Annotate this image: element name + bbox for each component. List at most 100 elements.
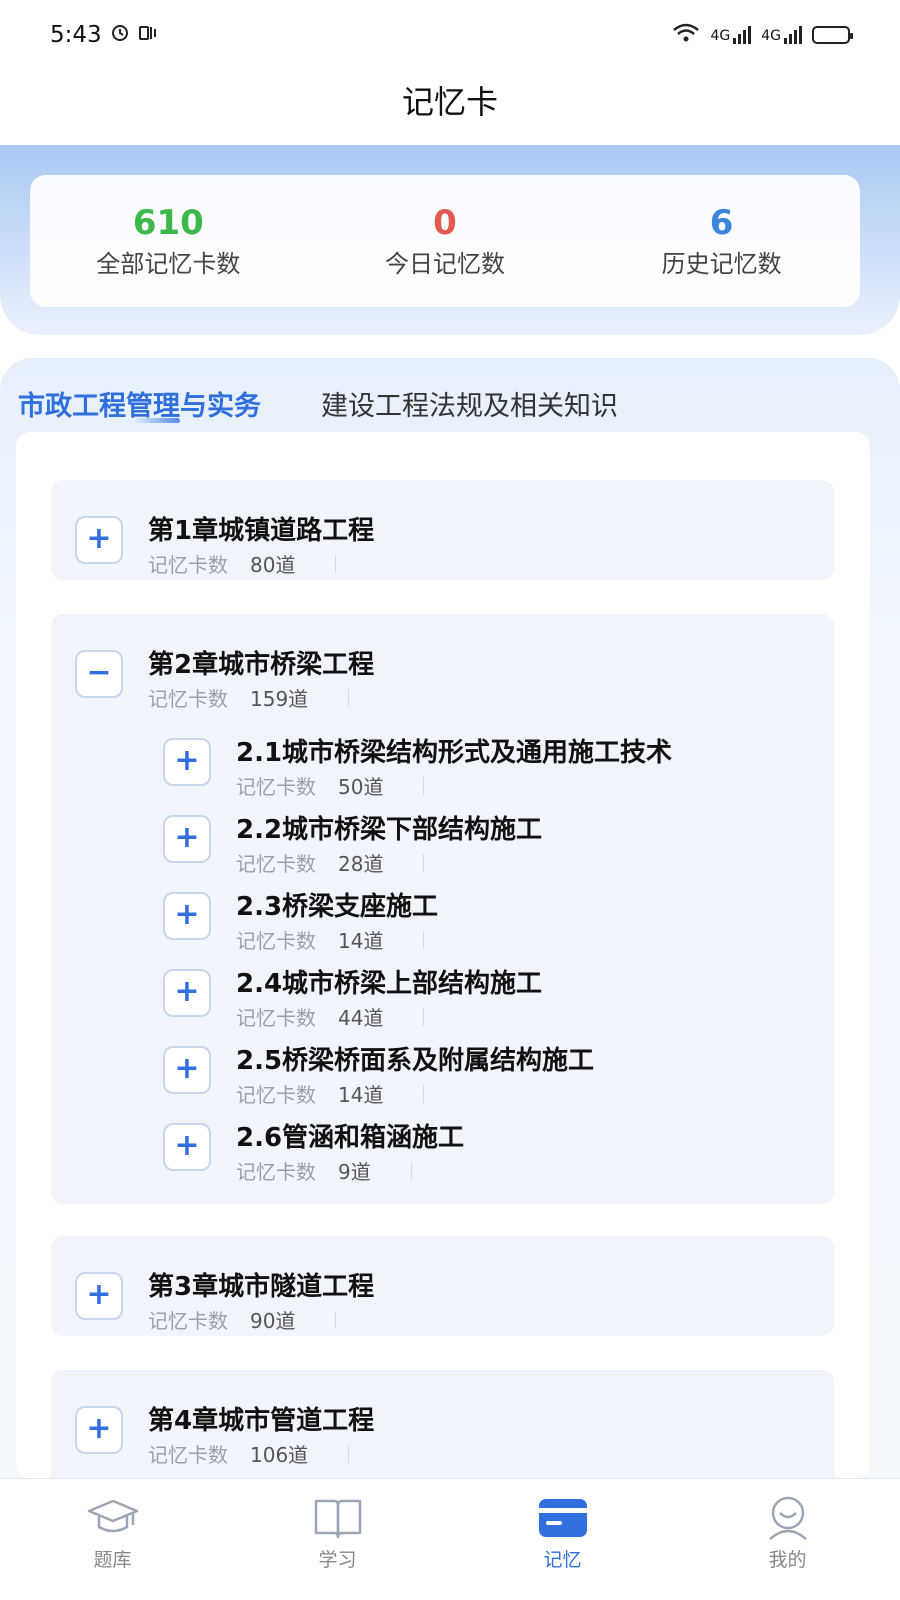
count-label: 记忆卡数 [148, 553, 228, 577]
wifi-icon [672, 23, 700, 47]
divider [335, 554, 337, 573]
chapter-title: 第3章城市隧道工程 [148, 1272, 375, 1302]
card-count: 50道 [338, 775, 384, 799]
section-row[interactable]: + 2.5桥梁桥面系及附属结构施工 记忆卡数 14道 [163, 1046, 594, 1108]
divider [423, 776, 425, 795]
section-title: 2.1城市桥梁结构形式及通用施工技术 [236, 738, 673, 768]
chapter-card[interactable]: + 第4章城市管道工程 记忆卡数 106道 [51, 1370, 834, 1478]
section-title: 2.3桥梁支座施工 [236, 892, 439, 922]
card-count: 14道 [338, 929, 384, 953]
divider [423, 930, 425, 949]
chapter-card[interactable]: + 第1章城镇道路工程 记忆卡数 80道 [51, 480, 834, 580]
plus-icon[interactable]: + [163, 969, 211, 1017]
count-label: 记忆卡数 [148, 1309, 228, 1333]
subject-tabs: 市政工程管理与实务 建设工程法规及相关知识 [18, 378, 618, 428]
section-title: 2.4城市桥梁上部结构施工 [236, 969, 543, 999]
chapter-meta: 记忆卡数 80道 [148, 549, 374, 578]
count-label: 记忆卡数 [236, 1083, 316, 1107]
battery-icon [812, 26, 853, 44]
card-count: 159道 [250, 687, 309, 711]
cell-signal-icon: 4G [710, 26, 752, 44]
chapter-title: 第1章城镇道路工程 [148, 516, 375, 546]
nav-memory[interactable]: 记忆 [488, 1493, 638, 1572]
stat-value: 0 [433, 202, 457, 243]
plus-icon[interactable]: + [75, 516, 123, 564]
plus-icon[interactable]: + [75, 1406, 123, 1454]
section-row[interactable]: + 2.6管涵和箱涵施工 记忆卡数 9道 [163, 1123, 464, 1185]
chapter-row: + 第3章城市隧道工程 记忆卡数 90道 [75, 1272, 374, 1334]
status-left: 5:43 [50, 22, 160, 48]
nav-label: 题库 [93, 1549, 132, 1571]
count-label: 记忆卡数 [236, 1006, 316, 1030]
plus-icon[interactable]: + [163, 738, 211, 786]
plus-icon[interactable]: + [163, 1046, 211, 1094]
plus-icon[interactable]: + [163, 815, 211, 863]
stat-total-cards[interactable]: 610 全部记忆卡数 [38, 204, 298, 279]
nav-label: 记忆 [543, 1549, 582, 1571]
graduation-cap-icon [87, 1499, 138, 1533]
count-label: 记忆卡数 [236, 775, 316, 799]
card-icon [538, 1499, 587, 1537]
section-title: 2.2城市桥梁下部结构施工 [236, 815, 543, 845]
card-count: 44道 [338, 1006, 384, 1030]
network-type: 4G [761, 28, 781, 44]
count-label: 记忆卡数 [148, 687, 228, 711]
minus-icon[interactable]: − [75, 650, 123, 698]
tab-construction-law[interactable]: 建设工程法规及相关知识 [321, 384, 618, 423]
count-label: 记忆卡数 [148, 1443, 228, 1467]
plus-icon[interactable]: + [163, 892, 211, 940]
count-label: 记忆卡数 [236, 1160, 316, 1184]
section-meta: 记忆卡数 50道 [236, 771, 672, 800]
stat-history-memorized[interactable]: 6 历史记忆数 [592, 204, 852, 279]
cell-signal-icon: 4G [761, 26, 802, 44]
chapter-card[interactable]: − 第2章城市桥梁工程 记忆卡数 159道 + 2.1城市桥梁结构形式及通用施工… [51, 614, 834, 1204]
section-title: 2.6管涵和箱涵施工 [236, 1123, 465, 1153]
status-time: 5:43 [50, 22, 102, 48]
nav-label: 学习 [318, 1549, 357, 1571]
section-meta: 记忆卡数 28道 [236, 848, 542, 877]
chapter-row: − 第2章城市桥梁工程 记忆卡数 159道 [75, 650, 374, 712]
section-row[interactable]: + 2.2城市桥梁下部结构施工 记忆卡数 28道 [163, 815, 542, 877]
bottom-nav: 题库 学习 记忆 我的 [0, 1478, 900, 1600]
page-title: 记忆卡 [401, 83, 498, 121]
plus-icon[interactable]: + [75, 1272, 123, 1320]
divider [335, 1310, 337, 1329]
alarm-icon [110, 22, 130, 48]
section-meta: 记忆卡数 44道 [236, 1002, 542, 1031]
divider [348, 688, 350, 707]
nav-study[interactable]: 学习 [263, 1493, 413, 1572]
stat-label: 历史记忆数 [661, 249, 782, 278]
nav-profile[interactable]: 我的 [713, 1493, 863, 1572]
section-row[interactable]: + 2.3桥梁支座施工 记忆卡数 14道 [163, 892, 438, 954]
chapter-title: 第2章城市桥梁工程 [148, 650, 375, 680]
chapter-meta: 记忆卡数 106道 [148, 1439, 374, 1468]
chapter-meta: 记忆卡数 159道 [148, 683, 374, 712]
card-count: 80道 [250, 553, 296, 577]
plus-icon[interactable]: + [163, 1123, 211, 1171]
stat-label: 全部记忆卡数 [96, 249, 241, 278]
active-tab-indicator [135, 418, 180, 423]
card-count: 28道 [338, 852, 384, 876]
network-type: 4G [710, 28, 731, 44]
chapter-list: + 第1章城镇道路工程 记忆卡数 80道 − 第2章城市桥梁工程 记忆卡数 15… [16, 432, 870, 1478]
stat-value: 610 [132, 202, 204, 243]
chapter-card[interactable]: + 第3章城市隧道工程 记忆卡数 90道 [51, 1236, 834, 1336]
chapter-meta: 记忆卡数 90道 [148, 1305, 374, 1334]
chapter-row: + 第4章城市管道工程 记忆卡数 106道 [75, 1406, 374, 1468]
stat-today-memorized[interactable]: 0 今日记忆数 [315, 204, 575, 279]
section-title: 2.5桥梁桥面系及附属结构施工 [236, 1046, 595, 1076]
card-count: 14道 [338, 1083, 384, 1107]
nav-label: 我的 [768, 1549, 807, 1571]
section-row[interactable]: + 2.1城市桥梁结构形式及通用施工技术 记忆卡数 50道 [163, 738, 672, 800]
divider [423, 853, 425, 872]
section-row[interactable]: + 2.4城市桥梁上部结构施工 记忆卡数 44道 [163, 969, 542, 1031]
divider [410, 1161, 412, 1180]
chapter-row: + 第1章城镇道路工程 记忆卡数 80道 [75, 516, 374, 578]
divider [423, 1007, 425, 1026]
chapter-title: 第4章城市管道工程 [148, 1406, 375, 1436]
tab-municipal-engineering[interactable]: 市政工程管理与实务 [18, 384, 261, 423]
nav-question-bank[interactable]: 题库 [38, 1493, 188, 1572]
section-meta: 记忆卡数 14道 [236, 1079, 594, 1108]
status-right: 4G 4G [672, 23, 853, 47]
divider [423, 1084, 425, 1103]
